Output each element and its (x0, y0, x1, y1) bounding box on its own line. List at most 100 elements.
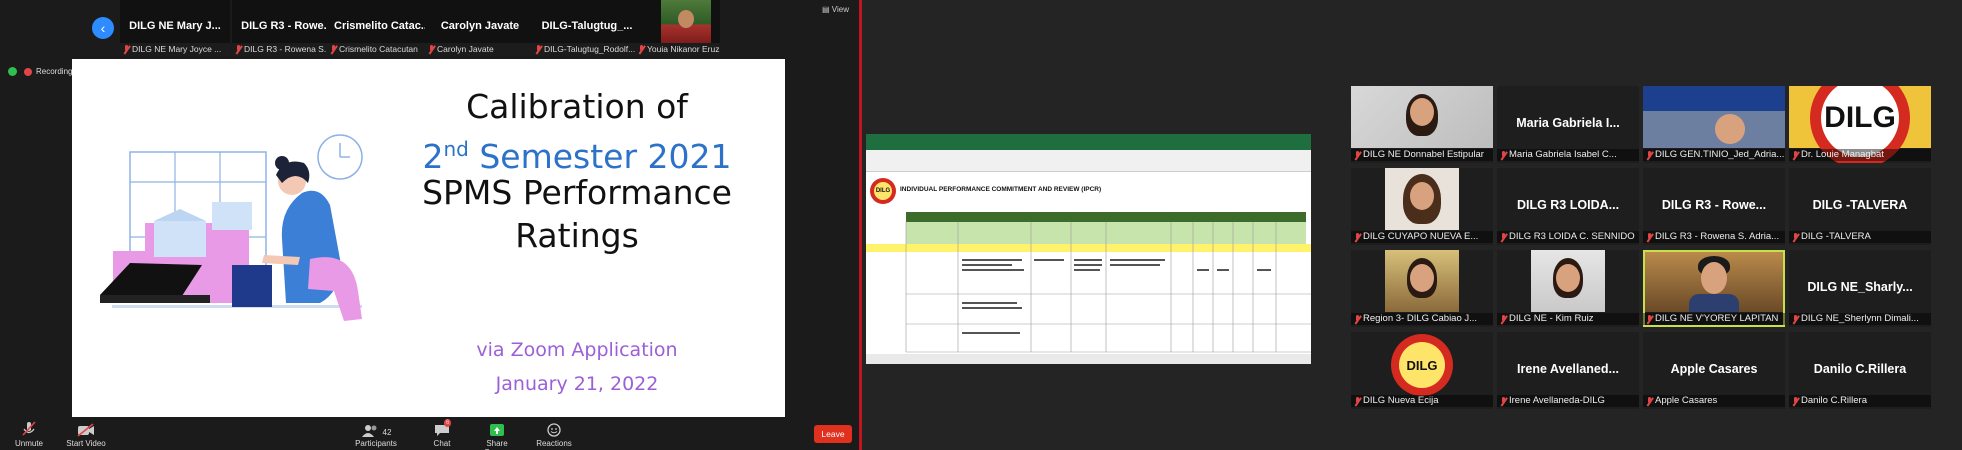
participant-label: DILG CUYAPO NUEVA E... (1351, 231, 1493, 243)
participant-name: Maria Gabriela I... (1516, 116, 1620, 130)
zoom-main-window: ‹ DILG NE Mary J... DILG NE Mary Joyce .… (0, 0, 859, 450)
participants-count: 42 (382, 428, 392, 437)
participant-label: DILG NE Mary Joyce ... (120, 43, 230, 56)
participant-label: DILG R3 LOIDA C. SENNIDO (1497, 231, 1639, 243)
participant-video (1531, 250, 1605, 312)
gallery-tile-active-speaker[interactable]: DILG NE V'YOREY LAPITAN (1643, 250, 1785, 327)
mic-muted-icon (1646, 397, 1653, 406)
mic-muted-icon (1500, 397, 1507, 406)
slide-subtitle-date: January 21, 2022 (495, 373, 659, 395)
dilg-logo-icon: DILG (1391, 334, 1453, 396)
gallery-tile[interactable]: DILG CUYAPO NUEVA E... (1351, 168, 1493, 245)
mic-muted-icon (1500, 151, 1507, 160)
mic-muted-icon (1500, 233, 1507, 242)
gallery-tile[interactable]: DILG -TALVERA DILG -TALVERA (1789, 168, 1931, 245)
leave-button[interactable]: Leave (814, 425, 852, 443)
chat-button[interactable]: 6 Chat (430, 419, 454, 448)
participant-label: DILG NE_Sherlynn Dimali... (1789, 313, 1931, 325)
mic-muted-icon (1354, 151, 1361, 160)
mic-muted-icon (1500, 315, 1507, 324)
slide-subtitle-app: via Zoom Application (476, 339, 678, 361)
participant-name: Carolyn Javate (440, 20, 520, 32)
gallery-tile[interactable]: DILG R3 LOIDA... DILG R3 LOIDA C. SENNID… (1497, 168, 1639, 245)
participant-label: DILG NE V'YOREY LAPITAN (1643, 313, 1785, 325)
participant-label: DILG GEN.TINIO_Jed_Adria... (1643, 149, 1785, 161)
shared-slide: Calibration of 2nd Semester 2021 SPMS Pe… (72, 59, 785, 417)
participant-label: DILG Nueva Ecija (1351, 395, 1493, 407)
participant-label: Crismelito Catacutan (327, 43, 437, 56)
mic-muted-icon (428, 45, 435, 54)
mic-muted-icon (1646, 151, 1653, 160)
mic-muted-icon (22, 421, 36, 436)
unmute-button[interactable]: Unmute (12, 419, 46, 448)
participant-label: Dr. Louie Managbat (1789, 149, 1931, 161)
strip-participant-tile[interactable]: Youia Nikanor Eruz (635, 0, 720, 56)
view-button[interactable]: ▤ View (822, 5, 849, 14)
participant-label: Maria Gabriela Isabel C... (1497, 149, 1639, 161)
participant-label: DILG NE Donnabel Estipular (1351, 149, 1493, 161)
mic-muted-icon (638, 45, 645, 54)
gallery-tile[interactable]: DILG GEN.TINIO_Jed_Adria... (1643, 86, 1785, 163)
gallery-tile[interactable]: DILG NE - Kim Ruiz (1497, 250, 1639, 327)
mic-muted-icon (1646, 233, 1653, 242)
gallery-tile[interactable]: Irene Avellaned... Irene Avellaneda-DILG (1497, 332, 1639, 409)
mic-muted-icon (1354, 397, 1361, 406)
sheet-tabs-bar (866, 354, 1311, 364)
participant-label: Apple Casares (1643, 395, 1785, 407)
gallery-tile[interactable]: DILG Dr. Louie Managbat (1789, 86, 1931, 163)
participant-label: DILG R3 - Rowena S... (232, 43, 342, 56)
reactions-button[interactable]: Reactions (536, 419, 572, 448)
video-off-icon (77, 423, 94, 437)
participant-label: DILG NE - Kim Ruiz (1497, 313, 1639, 325)
participant-name: DILG NE Mary J... (129, 20, 221, 32)
gallery-tile[interactable]: DILG DILG Nueva Ecija (1351, 332, 1493, 409)
participant-label: Region 3- DILG Cabiao J... (1351, 313, 1493, 325)
strip-participant-tile[interactable]: Crismelito Catac... Crismelito Catacutan (327, 0, 437, 56)
start-video-button[interactable]: Start Video (64, 419, 108, 448)
mic-muted-icon (1792, 315, 1799, 324)
gallery-tile[interactable]: DILG NE_Sharly... DILG NE_Sherlynn Dimal… (1789, 250, 1931, 327)
gallery-tile[interactable]: Danilo C.Rillera Danilo C.Rillera (1789, 332, 1931, 409)
strip-participant-tile[interactable]: Carolyn Javate Carolyn Javate (425, 0, 535, 56)
recording-dot-icon (24, 67, 32, 76)
participants-button[interactable]: 42 Participants (354, 419, 398, 448)
mic-muted-icon (123, 45, 130, 54)
chat-badge: 6 (444, 419, 452, 427)
mic-muted-icon (1354, 315, 1361, 324)
participant-name: DILG R3 - Rowe... (241, 20, 333, 32)
mic-muted-icon (235, 45, 242, 54)
participant-label: DILG R3 - Rowena S. Adria... (1643, 231, 1785, 243)
sheet-gridlines (905, 222, 1311, 353)
participant-label: DILG-Talugtug_Rodolf... (532, 43, 642, 56)
mic-muted-icon (535, 45, 542, 54)
participant-name: Irene Avellaned... (1517, 362, 1619, 376)
gallery-tile[interactable]: DILG NE Donnabel Estipular (1351, 86, 1493, 163)
share-screen-icon (490, 424, 504, 436)
participant-label: DILG -TALVERA (1789, 231, 1931, 243)
gallery-tile[interactable]: DILG R3 - Rowe... DILG R3 - Rowena S. Ad… (1643, 168, 1785, 245)
participant-name: Danilo C.Rillera (1813, 362, 1907, 376)
participant-label: Youia Nikanor Eruz (635, 43, 720, 56)
gallery-tile[interactable]: Apple Casares Apple Casares (1643, 332, 1785, 409)
slide-title-line4: Ratings (515, 216, 639, 255)
participant-name: Apple Casares (1670, 362, 1758, 376)
participant-video (1645, 252, 1783, 312)
gallery-tile[interactable]: Region 3- DILG Cabiao J... (1351, 250, 1493, 327)
participant-video (1385, 168, 1459, 230)
participant-name: DILG R3 LOIDA... (1516, 198, 1620, 212)
participant-name: DILG R3 - Rowe... (1661, 198, 1767, 212)
strip-participant-tile[interactable]: DILG-Talugtug_... DILG-Talugtug_Rodolf..… (532, 0, 642, 56)
participant-video (1643, 86, 1785, 148)
share-screen-button[interactable]: Share Screen (474, 419, 520, 450)
gallery-tile[interactable]: Maria Gabriela I... Maria Gabriela Isabe… (1497, 86, 1639, 163)
mic-muted-icon (1792, 151, 1799, 160)
participant-video (1385, 250, 1459, 312)
strip-prev-icon[interactable]: ‹ (92, 17, 114, 39)
participant-label: Carolyn Javate (425, 43, 535, 56)
shared-spreadsheet: DILG INDIVIDUAL PERFORMANCE COMMITMENT A… (866, 134, 1311, 364)
participants-icon (361, 425, 377, 437)
mic-muted-icon (330, 45, 337, 54)
strip-participant-tile[interactable]: DILG NE Mary J... DILG NE Mary Joyce ... (120, 0, 230, 56)
slide-title-line3: SPMS Performance (422, 173, 732, 212)
strip-participant-tile[interactable]: DILG R3 - Rowe... DILG R3 - Rowena S... (232, 0, 342, 56)
